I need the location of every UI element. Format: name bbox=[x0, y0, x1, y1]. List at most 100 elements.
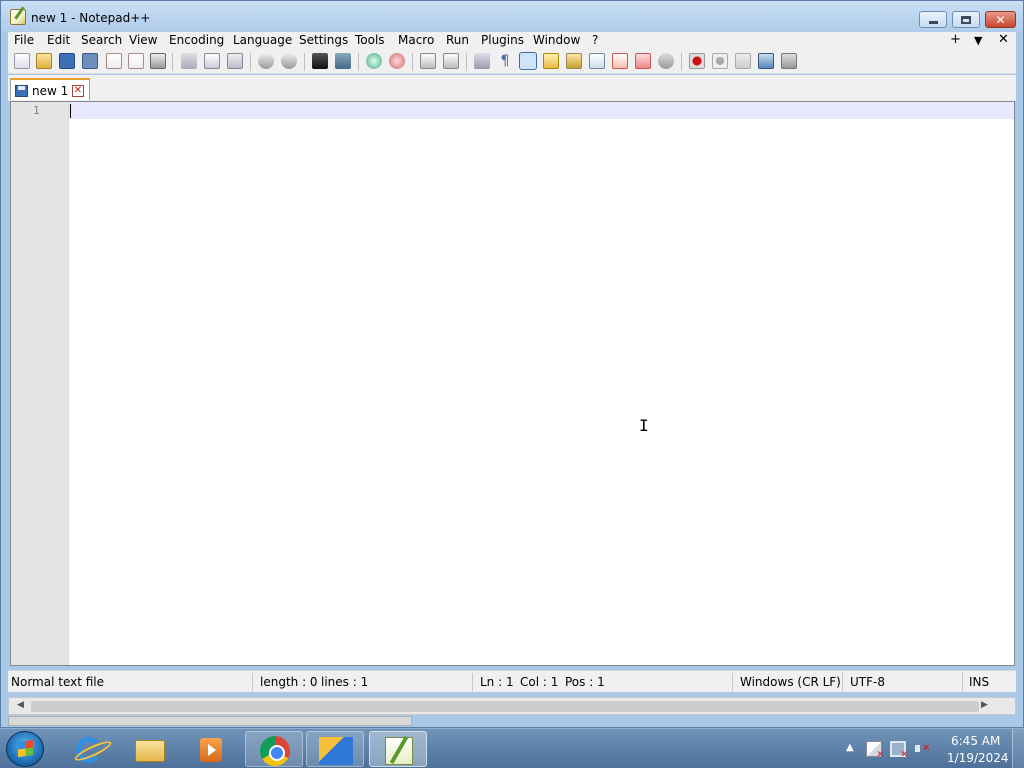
status-ln: Ln : 1 bbox=[480, 675, 514, 689]
taskbar-app[interactable] bbox=[306, 731, 364, 767]
user-defined-language-icon[interactable] bbox=[543, 53, 559, 69]
taskbar-media-player[interactable] bbox=[182, 731, 240, 767]
status-bar: Normal text file length : 0 lines : 1 Ln… bbox=[8, 670, 1016, 692]
window-title: new 1 - Notepad++ bbox=[31, 11, 151, 25]
show-desktop-button[interactable] bbox=[1012, 729, 1024, 768]
menu-view[interactable]: View bbox=[129, 33, 157, 47]
paste-icon[interactable] bbox=[227, 53, 243, 69]
close-document-button[interactable]: ✕ bbox=[998, 32, 1009, 47]
scroll-left-arrow-icon[interactable]: ◀ bbox=[17, 700, 24, 710]
status-separator bbox=[842, 673, 843, 691]
monitoring-icon[interactable] bbox=[635, 53, 651, 69]
save-macro-icon[interactable] bbox=[781, 53, 797, 69]
stop-recording-icon[interactable] bbox=[712, 53, 728, 69]
menu-help[interactable]: ? bbox=[592, 33, 598, 47]
toolbar-separator bbox=[681, 53, 682, 71]
status-separator bbox=[252, 673, 253, 691]
status-length: length : 0 bbox=[260, 675, 318, 689]
record-macro-icon[interactable] bbox=[689, 53, 705, 69]
tab-close-icon[interactable]: ✕ bbox=[72, 85, 84, 97]
save-icon[interactable] bbox=[59, 53, 75, 69]
toolbar-separator bbox=[250, 53, 251, 71]
save-all-icon[interactable] bbox=[82, 53, 98, 69]
internet-explorer-icon bbox=[76, 737, 102, 763]
new-tab-plus-button[interactable]: + bbox=[950, 32, 961, 47]
status-separator bbox=[472, 673, 473, 691]
background-window-strip bbox=[8, 716, 412, 726]
taskbar-chrome[interactable] bbox=[245, 731, 303, 767]
print-icon[interactable] bbox=[150, 53, 166, 69]
editor-area[interactable]: 1 I bbox=[10, 101, 1015, 666]
app-icon bbox=[319, 737, 353, 765]
taskbar: ▲ 6:45 AM 1/19/2024 bbox=[0, 728, 1024, 768]
volume-muted-icon[interactable] bbox=[914, 741, 930, 757]
copy-icon[interactable] bbox=[204, 53, 220, 69]
scroll-right-arrow-icon[interactable]: ▶ bbox=[981, 700, 988, 710]
scrollbar-thumb[interactable] bbox=[31, 701, 979, 712]
close-button[interactable]: ✕ bbox=[985, 11, 1016, 28]
minimize-button[interactable] bbox=[919, 11, 947, 28]
notepad-plus-plus-icon bbox=[385, 737, 413, 765]
toolbar-separator bbox=[466, 53, 467, 71]
replace-icon[interactable] bbox=[335, 53, 351, 69]
menu-settings[interactable]: Settings bbox=[299, 33, 348, 47]
menu-plugins[interactable]: Plugins bbox=[481, 33, 524, 47]
title-bar[interactable]: new 1 - Notepad++ ✕ bbox=[1, 1, 1023, 33]
sync-vertical-icon[interactable] bbox=[420, 53, 436, 69]
status-file-type: Normal text file bbox=[11, 675, 105, 689]
restore-icon bbox=[961, 15, 971, 24]
function-list-icon[interactable] bbox=[589, 53, 605, 69]
taskbar-notepadpp[interactable] bbox=[369, 731, 427, 767]
doc-switcher-icon[interactable] bbox=[658, 53, 674, 69]
ibeam-cursor-icon: I bbox=[639, 416, 649, 435]
open-file-icon[interactable] bbox=[36, 53, 52, 69]
tab-list-dropdown-button[interactable]: ▼ bbox=[974, 34, 982, 47]
status-col: Col : 1 bbox=[520, 675, 559, 689]
menu-file[interactable]: File bbox=[14, 33, 34, 47]
find-icon[interactable] bbox=[312, 53, 328, 69]
notepadpp-app-icon[interactable] bbox=[10, 9, 26, 25]
menu-search[interactable]: Search bbox=[81, 33, 122, 47]
saved-state-icon bbox=[15, 85, 28, 97]
run-macro-multiple-icon[interactable] bbox=[758, 53, 774, 69]
menu-edit[interactable]: Edit bbox=[47, 33, 70, 47]
clock-time[interactable]: 6:45 AM bbox=[951, 734, 1000, 748]
file-explorer-icon bbox=[135, 740, 165, 762]
menu-macro[interactable]: Macro bbox=[398, 33, 434, 47]
word-wrap-icon[interactable] bbox=[474, 53, 490, 69]
taskbar-file-explorer[interactable] bbox=[121, 731, 179, 767]
menu-window[interactable]: Window bbox=[533, 33, 580, 47]
indent-guide-icon[interactable] bbox=[519, 52, 537, 70]
show-hidden-icons-button[interactable]: ▲ bbox=[846, 742, 854, 753]
menu-language[interactable]: Language bbox=[233, 33, 292, 47]
network-icon[interactable] bbox=[890, 741, 908, 760]
sync-horizontal-icon[interactable] bbox=[443, 53, 459, 69]
status-encoding[interactable]: UTF-8 bbox=[850, 675, 885, 689]
close-icon[interactable] bbox=[106, 53, 122, 69]
cut-icon[interactable] bbox=[181, 53, 197, 69]
close-all-icon[interactable] bbox=[128, 53, 144, 69]
taskbar-internet-explorer[interactable] bbox=[60, 731, 118, 767]
maximize-button[interactable] bbox=[952, 11, 980, 28]
menu-bar: File Edit Search View Encoding Language … bbox=[8, 32, 1016, 50]
play-macro-icon[interactable] bbox=[735, 53, 751, 69]
toolbar-separator bbox=[304, 53, 305, 71]
redo-icon[interactable] bbox=[281, 53, 297, 69]
zoom-in-icon[interactable] bbox=[366, 53, 382, 69]
status-insert-mode[interactable]: INS bbox=[969, 675, 989, 689]
show-all-chars-icon[interactable]: ¶ bbox=[497, 53, 513, 69]
folder-as-workspace-icon[interactable] bbox=[612, 53, 628, 69]
start-button[interactable] bbox=[6, 731, 44, 767]
status-eol[interactable]: Windows (CR LF) bbox=[740, 675, 841, 689]
undo-icon[interactable] bbox=[258, 53, 274, 69]
zoom-out-icon[interactable] bbox=[389, 53, 405, 69]
horizontal-scrollbar[interactable]: ◀ ▶ bbox=[8, 697, 1016, 715]
document-map-icon[interactable] bbox=[566, 53, 582, 69]
menu-encoding[interactable]: Encoding bbox=[169, 33, 224, 47]
action-center-icon[interactable] bbox=[866, 741, 884, 760]
menu-run[interactable]: Run bbox=[446, 33, 469, 47]
menu-tools[interactable]: Tools bbox=[355, 33, 385, 47]
tab-new-1[interactable]: new 1 ✕ bbox=[10, 78, 90, 100]
clock-date[interactable]: 1/19/2024 bbox=[947, 751, 1009, 765]
new-file-icon[interactable] bbox=[14, 53, 30, 69]
